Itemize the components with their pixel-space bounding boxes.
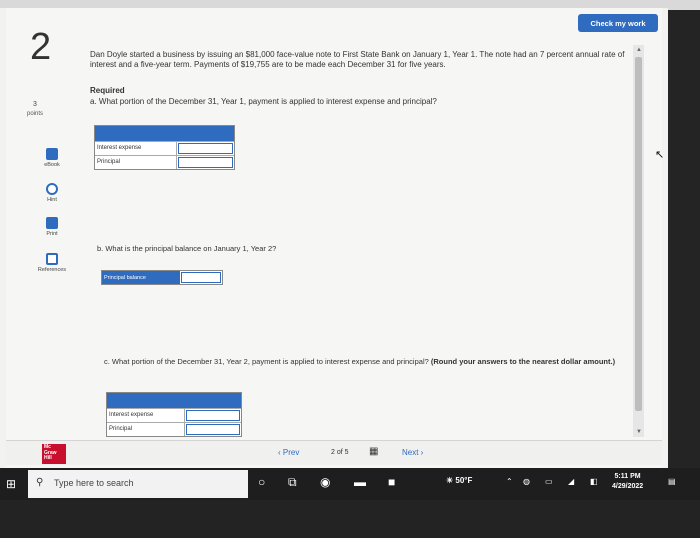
check-my-work-button[interactable]: Check my work <box>578 14 658 32</box>
part-c-note: (Round your answers to the nearest dolla… <box>430 357 616 366</box>
photo-bezel <box>0 500 700 538</box>
table-header <box>95 126 234 141</box>
ebook-button[interactable]: eBook <box>30 148 74 168</box>
temperature: 50°F <box>455 476 473 485</box>
content-area <box>6 8 662 468</box>
table-header <box>107 393 241 408</box>
chevron-right-icon: › <box>418 448 424 457</box>
taskbar-search[interactable]: ⚲ Type here to search <box>28 470 248 498</box>
row-label: Principal <box>107 423 185 436</box>
print-button[interactable]: Print <box>30 217 74 237</box>
part-c-question: c. What portion of the December 31, Year… <box>104 357 624 367</box>
prev-label: Prev <box>282 448 300 457</box>
print-label: Print <box>46 231 58 237</box>
part-c-text: c. What portion of the December 31, Year… <box>104 357 429 366</box>
next-button[interactable]: Next › <box>402 448 423 457</box>
table-row: Interest expense <box>107 408 241 422</box>
book-icon <box>46 148 58 160</box>
required-heading: Required <box>90 86 125 95</box>
hint-icon <box>46 183 58 195</box>
question-number: 2 <box>30 26 52 68</box>
principal-input[interactable] <box>186 424 240 435</box>
references-label: References <box>37 267 67 273</box>
edge-browser-icon[interactable]: ◉ <box>320 475 330 489</box>
clock-time: 5:11 PM <box>614 473 641 480</box>
scrollbar-thumb[interactable] <box>635 57 642 411</box>
row-label: Interest expense <box>107 409 185 422</box>
network-icon[interactable]: ◍ <box>523 477 530 486</box>
principal-input[interactable] <box>178 157 233 168</box>
assignment-page <box>0 8 668 468</box>
weather-widget[interactable]: ☀ 50°F <box>446 476 472 485</box>
hint-label: Hint <box>47 197 57 203</box>
app-icon[interactable]: ■ <box>388 475 395 489</box>
search-placeholder: Type here to search <box>54 478 134 488</box>
windows-start-icon[interactable]: ⊞ <box>6 477 16 491</box>
vertical-scrollbar[interactable]: ▲ ▼ <box>633 45 644 437</box>
battery-icon[interactable]: ▭ <box>545 477 553 486</box>
next-label: Next <box>402 448 419 457</box>
chevron-up-icon[interactable]: ⌃ <box>506 477 513 486</box>
part-b-answer-box: Principal balance <box>101 270 223 285</box>
hint-button[interactable]: Hint <box>30 183 74 203</box>
scroll-down-icon[interactable]: ▼ <box>636 429 642 435</box>
mouse-pointer-icon: ↖ <box>655 149 665 161</box>
screen: Check my work 2 3 points eBook Hint Prin… <box>0 0 700 538</box>
references-icon <box>46 253 58 265</box>
search-icon: ⚲ <box>36 477 44 488</box>
points-label: points <box>27 111 44 117</box>
principal-balance-input[interactable] <box>181 272 221 283</box>
notification-icon[interactable]: ▤ <box>668 477 676 486</box>
row-label: Principal <box>95 156 177 169</box>
file-explorer-icon[interactable]: ▬ <box>354 475 366 489</box>
table-row: Principal <box>107 422 241 436</box>
mcgraw-hill-logo: Mc Graw Hill <box>42 444 66 464</box>
page-total: 5 <box>344 449 349 456</box>
part-a-answer-table: Interest expense Principal <box>94 125 235 170</box>
interest-expense-input[interactable] <box>186 410 240 421</box>
ebook-label: eBook <box>44 162 60 168</box>
principal-balance-label: Principal balance <box>102 271 180 284</box>
table-row: Interest expense <box>95 141 234 155</box>
clock-date: 4/29/2022 <box>612 483 644 490</box>
sun-icon: ☀ <box>446 476 456 485</box>
grid-icon[interactable]: ▦ <box>369 446 378 457</box>
system-clock[interactable]: 5:11 PM 4/29/2022 <box>612 472 643 492</box>
references-button[interactable]: References <box>30 253 74 273</box>
scroll-up-icon[interactable]: ▲ <box>636 47 642 53</box>
task-view-icon[interactable]: ⧉ <box>288 475 297 490</box>
wifi-icon[interactable]: ◢ <box>568 477 574 486</box>
interest-expense-input[interactable] <box>178 143 233 154</box>
page-indicator: 2 of 5 <box>331 449 349 456</box>
page-current: 2 <box>331 449 335 456</box>
prev-button[interactable]: ‹ Prev <box>278 448 299 457</box>
volume-icon[interactable]: ◧ <box>590 477 598 486</box>
table-row: Principal <box>95 155 234 169</box>
points-value: 3 <box>33 101 37 108</box>
part-a-question: a. What portion of the December 31, Year… <box>90 97 437 106</box>
printer-icon <box>46 217 58 229</box>
part-c-answer-table: Interest expense Principal <box>106 392 242 437</box>
problem-statement: Dan Doyle started a business by issuing … <box>90 50 625 69</box>
page-of: of <box>336 449 343 456</box>
row-label: Interest expense <box>95 142 177 155</box>
cortana-icon[interactable]: ○ <box>258 475 265 489</box>
part-b-question: b. What is the principal balance on Janu… <box>97 244 277 253</box>
